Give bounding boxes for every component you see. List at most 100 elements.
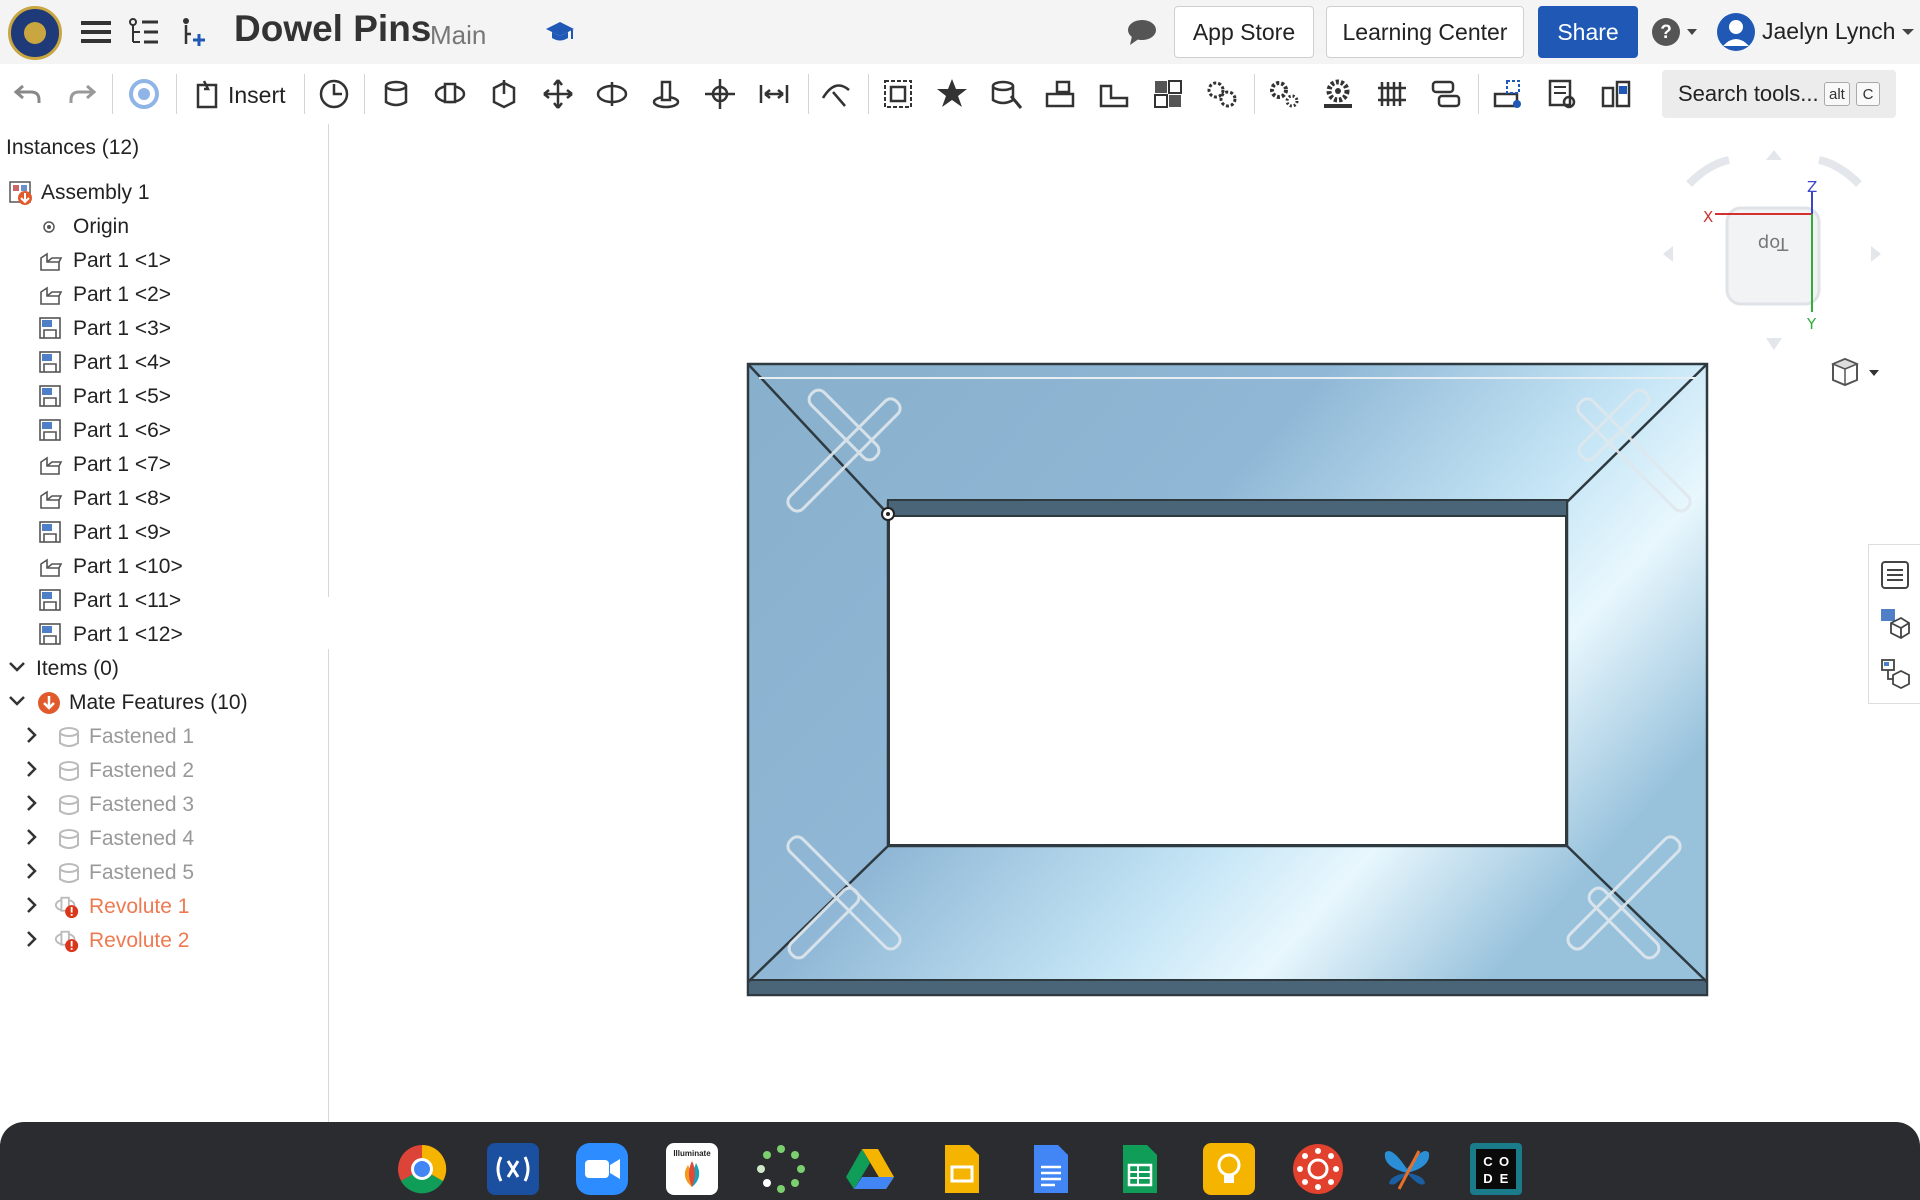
app-store-button[interactable]: App Store <box>1174 6 1314 58</box>
parallel-mate-icon[interactable] <box>752 72 796 116</box>
parentsquare-icon[interactable] <box>487 1143 539 1195</box>
branch-name[interactable]: Main <box>430 20 486 51</box>
replicate-icon[interactable] <box>984 72 1028 116</box>
chevron-right-icon[interactable] <box>22 827 42 847</box>
google-drive-icon[interactable] <box>844 1143 896 1195</box>
pin-slot-mate-icon[interactable] <box>644 72 688 116</box>
group-icon[interactable] <box>876 72 920 116</box>
tree-item-part-6[interactable]: Part 1 <6> <box>0 412 328 450</box>
explode-view-icon[interactable] <box>1146 72 1190 116</box>
chevron-right-icon[interactable] <box>22 725 42 745</box>
tree-item-part-1[interactable]: Part 1 <1> <box>0 242 328 280</box>
undo-icon[interactable] <box>6 72 50 116</box>
add-instance-icon[interactable] <box>172 12 212 52</box>
tree-item-part-10[interactable]: Part 1 <10> <box>0 548 328 586</box>
tree-group-items[interactable]: Items (0) <box>0 650 328 688</box>
chevron-down-icon[interactable] <box>7 691 27 711</box>
help-menu-icon[interactable]: ? <box>1648 12 1704 52</box>
tree-item-origin[interactable]: Origin <box>0 208 328 246</box>
tree-item-part-4[interactable]: Part 1 <4> <box>0 344 328 382</box>
planar-mate-icon[interactable] <box>536 72 580 116</box>
tangent-mate-icon[interactable] <box>814 72 858 116</box>
gear-relation-icon[interactable] <box>1200 72 1244 116</box>
feature-list-icon[interactable] <box>124 12 164 52</box>
tree-item-part-8[interactable]: Part 1 <8> <box>0 480 328 518</box>
measure-icon[interactable] <box>1486 72 1530 116</box>
tree-item-part-12[interactable]: Part 1 <12> <box>0 616 328 654</box>
insert-icon[interactable] <box>186 72 230 116</box>
hamburger-menu-icon[interactable] <box>76 12 116 52</box>
chevron-right-icon[interactable] <box>22 895 42 915</box>
tree-item-fastened-1[interactable]: Fastened 1 <box>0 718 328 756</box>
tree-item-part-2[interactable]: Part 1 <2> <box>0 276 328 314</box>
rotate-right-arc-icon[interactable] <box>1818 156 1862 187</box>
view-cube[interactable]: Top X Y Z <box>1659 144 1899 374</box>
arrow-down-icon[interactable] <box>1766 338 1782 350</box>
bom-table-icon[interactable] <box>1879 607 1911 639</box>
timeline-icon[interactable] <box>312 72 356 116</box>
tree-item-part-9[interactable]: Part 1 <9> <box>0 514 328 552</box>
tree-item-part-11[interactable]: Part 1 <11> <box>0 582 328 620</box>
tree-item-fastened-2[interactable]: Fastened 2 <box>0 752 328 790</box>
loading-dots-icon[interactable] <box>755 1143 807 1195</box>
school-logo-icon[interactable] <box>8 6 62 60</box>
chrome-icon[interactable] <box>396 1143 448 1195</box>
document-title[interactable]: Dowel Pins <box>234 8 431 50</box>
screw-relation-icon[interactable] <box>1370 72 1414 116</box>
ball-mate-icon[interactable] <box>698 72 742 116</box>
graphics-viewport[interactable]: Top X Y Z <box>329 124 1920 1122</box>
arrow-up-icon[interactable] <box>1766 150 1782 160</box>
tree-item-revolute-2[interactable]: Revolute 2 <box>0 922 328 960</box>
rack-pinion-icon[interactable] <box>1316 72 1360 116</box>
chevron-right-icon[interactable] <box>22 861 42 881</box>
linear-pattern-icon[interactable] <box>1038 72 1082 116</box>
share-button[interactable]: Share <box>1538 6 1638 58</box>
arrow-right-icon[interactable] <box>1871 246 1881 262</box>
tree-item-fastened-3[interactable]: Fastened 3 <box>0 786 328 824</box>
user-avatar-icon[interactable] <box>1716 12 1756 52</box>
chevron-right-icon[interactable] <box>22 759 42 779</box>
cylindrical-mate-icon[interactable] <box>590 72 634 116</box>
search-tools-input[interactable]: Search tools... alt C <box>1662 70 1896 118</box>
tree-item-part-5[interactable]: Part 1 <5> <box>0 378 328 416</box>
google-slides-icon[interactable] <box>935 1143 987 1195</box>
rotate-left-arc-icon[interactable] <box>1686 156 1730 187</box>
fastened-mate-icon[interactable] <box>374 72 418 116</box>
google-keep-icon[interactable] <box>1203 1143 1255 1195</box>
google-sheets-icon[interactable] <box>1113 1143 1165 1195</box>
google-docs-icon[interactable] <box>1024 1143 1076 1195</box>
redo-icon[interactable] <box>60 72 104 116</box>
butterfly-app-icon[interactable] <box>1381 1143 1433 1195</box>
user-name[interactable]: Jaelyn Lynch <box>1762 18 1895 45</box>
user-menu-chevron-icon[interactable] <box>1898 12 1918 52</box>
education-cap-icon[interactable] <box>540 12 580 52</box>
configurations-icon[interactable] <box>1594 72 1638 116</box>
chevron-right-icon[interactable] <box>22 793 42 813</box>
properties-list-icon[interactable] <box>1879 559 1911 591</box>
insert-button[interactable]: Insert <box>228 82 286 109</box>
chevron-down-icon[interactable] <box>7 657 27 677</box>
tree-group-mate-features[interactable]: Mate Features (10) <box>0 684 328 722</box>
chevron-right-icon[interactable] <box>22 929 42 949</box>
mate-connector-icon[interactable] <box>930 72 974 116</box>
zoom-icon[interactable] <box>576 1143 628 1195</box>
learning-center-button[interactable]: Learning Center <box>1326 6 1524 58</box>
regenerate-icon[interactable] <box>122 72 166 116</box>
arrow-left-icon[interactable] <box>1663 246 1673 262</box>
section-view-icon[interactable] <box>1540 72 1584 116</box>
canvas-icon[interactable] <box>1292 1143 1344 1195</box>
slider-mate-icon[interactable] <box>482 72 526 116</box>
revolute-mate-icon[interactable] <box>428 72 472 116</box>
circular-pattern-icon[interactable] <box>1092 72 1136 116</box>
tree-item-fastened-4[interactable]: Fastened 4 <box>0 820 328 858</box>
tree-item-part-7[interactable]: Part 1 <7> <box>0 446 328 484</box>
tree-item-assembly[interactable]: Assembly 1 <box>0 174 328 212</box>
linear-relation-icon[interactable] <box>1424 72 1468 116</box>
mate-values-icon[interactable] <box>1879 657 1911 689</box>
code-org-icon[interactable]: CODE <box>1470 1143 1522 1195</box>
view-options-cube-icon[interactable] <box>1829 356 1885 388</box>
gear-icon[interactable] <box>1262 72 1306 116</box>
tree-item-fastened-5[interactable]: Fastened 5 <box>0 854 328 892</box>
tree-item-part-3[interactable]: Part 1 <3> <box>0 310 328 348</box>
comments-icon[interactable] <box>1122 12 1162 52</box>
